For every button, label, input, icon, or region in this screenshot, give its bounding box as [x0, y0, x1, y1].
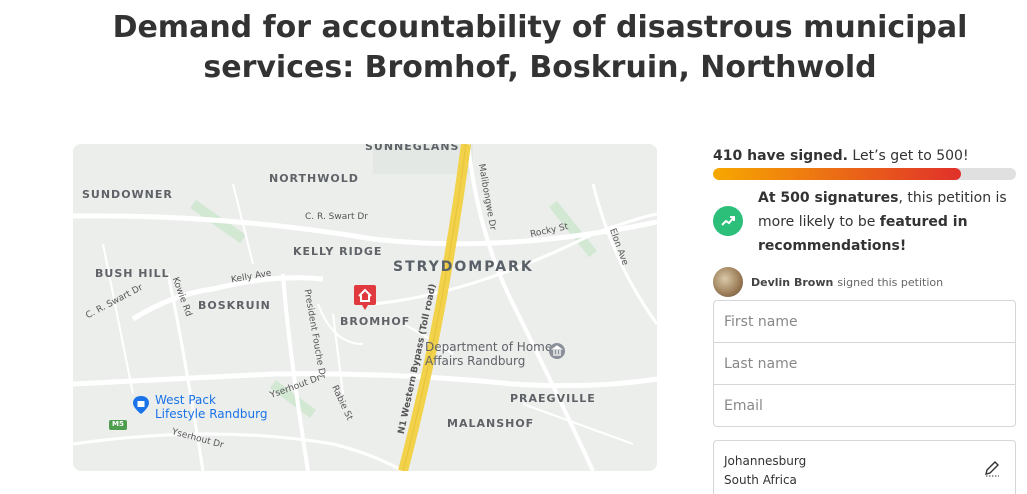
area-label-praegville: PRAEGVILLE	[510, 392, 596, 405]
signature-progress-fill	[713, 168, 962, 180]
area-label-bush-hill: BUSH HILL	[95, 267, 170, 280]
signature-progress-text: 410 have signed. Let’s get to 500!	[713, 148, 969, 164]
house-pin-icon[interactable]	[353, 283, 377, 311]
poi-west-pack[interactable]: West Pack Lifestyle Randburg	[155, 393, 267, 421]
area-label-malanshof: MALANSHOF	[447, 417, 535, 430]
signature-progress-bar	[713, 168, 1016, 180]
signature-count: 410 have signed.	[713, 148, 848, 164]
area-label-sundowner: SUNDOWNER	[82, 188, 173, 201]
email-field[interactable]	[713, 384, 1016, 427]
road-label-m5: M5	[112, 420, 124, 428]
poi-home-affairs[interactable]: Department of Home Affairs Randburg	[425, 340, 552, 368]
area-label-northwold: NORTHWOLD	[269, 172, 359, 185]
signature-form	[713, 300, 1016, 427]
area-label-bromhof: BROMHOF	[340, 315, 411, 328]
first-name-field[interactable]	[713, 300, 1016, 343]
area-label-boskruin: BOSKRUIN	[198, 299, 271, 312]
petition-map[interactable]: SUNNEGLANS NORTHWOLD SUNDOWNER KELLY RID…	[73, 144, 657, 471]
last-name-field[interactable]	[713, 342, 1016, 385]
museum-icon	[549, 343, 565, 359]
recent-signer: Devlin Brown signed this petition	[713, 267, 943, 297]
trending-up-icon	[713, 206, 743, 236]
signature-goal: Let’s get to 500!	[852, 148, 969, 164]
promo-text: At 500 signatures, this petition is more…	[758, 190, 1007, 254]
area-label-kelly-ridge: KELLY RIDGE	[293, 245, 383, 258]
location-country: South Africa	[724, 473, 797, 487]
petition-title: Demand for accountability of disastrous …	[112, 10, 968, 85]
signer-name: Devlin Brown	[751, 275, 834, 289]
area-label-sunneglans: SUNNEGLANS	[365, 144, 460, 153]
location-field[interactable]: Johannesburg South Africa	[713, 440, 1016, 494]
area-label-strydompark: STRYDOMPARK	[393, 259, 534, 275]
signer-action: signed this petition	[837, 275, 944, 289]
shopping-bag-icon	[133, 396, 149, 414]
road-label-cr-swart-1: C. R. Swart Dr	[305, 212, 368, 222]
edit-pencil-icon[interactable]	[983, 459, 1001, 477]
avatar	[713, 267, 743, 297]
location-city: Johannesburg	[724, 454, 807, 468]
